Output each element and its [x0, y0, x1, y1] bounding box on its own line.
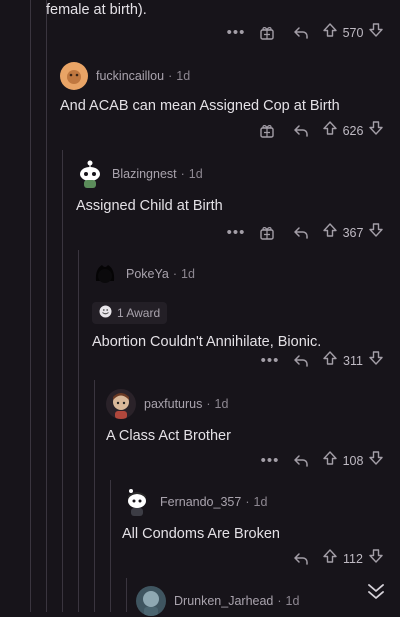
comment-2: Blazingnest · 1d Assigned Child at Birth… — [76, 160, 384, 246]
timestamp: 1d — [214, 397, 229, 411]
vote-controls: 108 — [322, 450, 384, 471]
more-options-icon[interactable]: ••• — [256, 451, 284, 471]
thread-line-2 — [46, 0, 47, 612]
vote-controls: 626 — [322, 120, 384, 141]
comment-0: female at birth). ••• 570 — [46, 0, 384, 46]
vote-controls: 570 — [322, 22, 384, 43]
avatar[interactable] — [60, 62, 88, 90]
thread-line-5 — [94, 380, 95, 612]
more-options-icon[interactable]: ••• — [256, 351, 284, 371]
downvote-icon[interactable] — [368, 548, 384, 569]
upvote-icon[interactable] — [322, 350, 338, 371]
vote-score: 311 — [343, 353, 363, 368]
comment-body: All Condoms Are Broken — [122, 526, 280, 542]
comment-actions: ••• 570 — [222, 22, 384, 43]
comment-meta: Blazingnest · 1d — [76, 160, 384, 188]
comment-meta: Fernando_357 · 1d — [122, 488, 384, 516]
upvote-icon[interactable] — [322, 548, 338, 569]
reply-icon[interactable] — [284, 351, 318, 371]
reply-icon[interactable] — [284, 23, 318, 43]
vote-score: 112 — [343, 551, 363, 566]
comment-body: And ACAB can mean Assigned Cop at Birth — [60, 98, 340, 114]
award-icon[interactable] — [250, 23, 284, 43]
avatar[interactable] — [76, 159, 104, 189]
username[interactable]: Fernando_357 — [160, 495, 241, 509]
downvote-icon[interactable] — [368, 120, 384, 141]
upvote-icon[interactable] — [322, 222, 338, 243]
timestamp: 1d — [188, 167, 203, 181]
reply-icon[interactable] — [284, 549, 318, 569]
downvote-icon[interactable] — [368, 450, 384, 471]
username[interactable]: Drunken_Jarhead — [174, 594, 273, 608]
more-options-icon[interactable]: ••• — [222, 23, 250, 43]
comment-meta: Drunken_Jarhead · 1d — [136, 586, 384, 616]
vote-controls: 311 — [322, 350, 384, 371]
username[interactable]: PokeYa — [126, 267, 169, 281]
separator: · — [172, 267, 178, 281]
avatar[interactable] — [106, 389, 136, 419]
comment-5: Fernando_357 · 1d All Condoms Are Broken… — [122, 488, 384, 574]
more-options-icon[interactable]: ••• — [222, 223, 250, 243]
username[interactable]: paxfuturus — [144, 397, 202, 411]
thread-line-1 — [30, 0, 31, 612]
thread-line-6 — [110, 480, 111, 612]
downvote-icon[interactable] — [368, 350, 384, 371]
upvote-icon[interactable] — [322, 22, 338, 43]
award-icon[interactable] — [250, 223, 284, 243]
comment-actions: ••• 108 — [256, 450, 384, 471]
timestamp: 1d — [285, 594, 300, 608]
vote-controls: 367 — [322, 222, 384, 243]
vote-controls: 112 — [322, 548, 384, 569]
comment-actions: ••• 367 — [222, 222, 384, 243]
comment-3: PokeYa · 1d 1 Award Abortion Couldn't An… — [92, 260, 384, 372]
separator: · — [180, 167, 185, 181]
thread-line-3 — [62, 150, 63, 612]
reply-icon[interactable] — [284, 451, 318, 471]
reply-icon[interactable] — [284, 121, 318, 141]
thread-line-4 — [78, 250, 79, 612]
avatar[interactable] — [92, 261, 118, 287]
comment-actions: 112 — [284, 548, 384, 569]
timestamp: 1d — [181, 267, 195, 281]
upvote-icon[interactable] — [322, 120, 338, 141]
award-badge[interactable]: 1 Award — [92, 302, 168, 324]
downvote-icon[interactable] — [368, 22, 384, 43]
separator: · — [206, 397, 211, 411]
comment-6: Drunken_Jarhead · 1d — [136, 586, 384, 617]
comment-body: Assigned Child at Birth — [76, 198, 223, 214]
username[interactable]: Blazingnest — [112, 167, 177, 181]
comment-meta: paxfuturus · 1d — [106, 389, 384, 419]
reply-icon[interactable] — [284, 223, 318, 243]
comment-body: female at birth). — [46, 2, 147, 18]
separator: · — [245, 495, 250, 509]
comment-meta: PokeYa · 1d — [92, 260, 384, 288]
username[interactable]: fuckincaillou — [96, 69, 164, 83]
comment-actions: 626 — [250, 120, 384, 141]
timestamp: 1d — [253, 495, 268, 509]
award-icon[interactable] — [250, 121, 284, 141]
comment-4: paxfuturus · 1d A Class Act Brother ••• … — [106, 389, 384, 476]
vote-score: 570 — [342, 25, 364, 40]
separator: · — [277, 594, 282, 608]
downvote-icon[interactable] — [368, 222, 384, 243]
comment-meta: fuckincaillou · 1d — [60, 62, 384, 90]
vote-score: 367 — [342, 225, 364, 240]
separator: · — [168, 69, 173, 83]
award-icon — [99, 305, 112, 321]
comment-body: A Class Act Brother — [106, 428, 231, 444]
upvote-icon[interactable] — [322, 450, 338, 471]
thread-line-7 — [126, 578, 127, 612]
comment-body: Abortion Couldn't Annihilate, Bionic. — [92, 334, 322, 350]
timestamp: 1d — [176, 69, 191, 83]
chevron-double-down-icon[interactable] — [366, 583, 386, 606]
vote-score: 626 — [342, 123, 364, 138]
award-label: 1 Award — [117, 306, 161, 320]
vote-score: 108 — [342, 453, 364, 468]
avatar[interactable] — [122, 487, 152, 517]
comment-1: fuckincaillou · 1d And ACAB can mean Ass… — [60, 62, 384, 146]
comment-actions: ••• 311 — [256, 350, 384, 371]
